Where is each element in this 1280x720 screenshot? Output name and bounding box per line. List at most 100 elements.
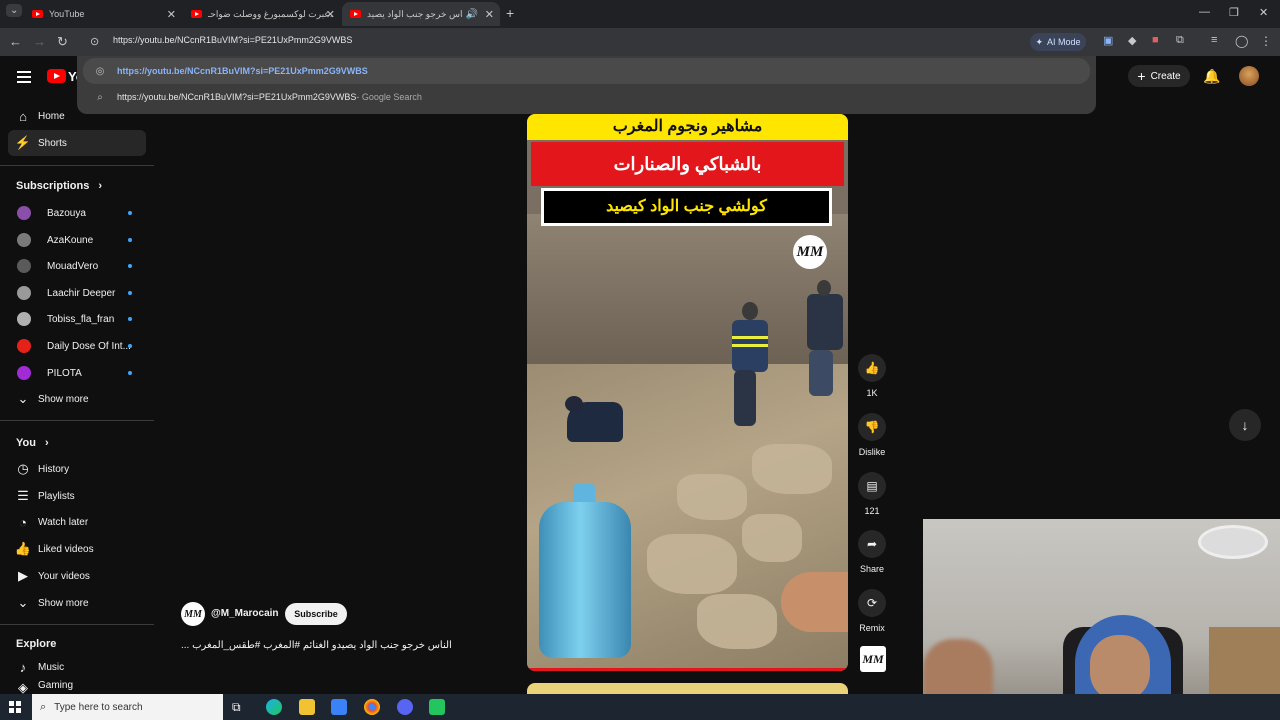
create-button[interactable]: + Create — [1128, 65, 1190, 87]
sidebar-item-label: Shorts — [38, 137, 67, 149]
app-icon[interactable] — [429, 699, 445, 715]
sidebar-item-subscription[interactable]: Bazouya — [8, 200, 146, 226]
forward-icon[interactable]: → — [33, 34, 46, 49]
close-window-icon[interactable]: ✕ — [1259, 6, 1268, 19]
sidebar-item-liked-videos[interactable]: 👍 Liked videos — [8, 536, 146, 562]
close-tab-icon[interactable]: ✕ — [485, 8, 494, 21]
channel-avatar[interactable]: MM — [181, 602, 205, 626]
discord-icon[interactable] — [397, 699, 413, 715]
translate-icon[interactable]: ▣ — [1103, 34, 1113, 47]
share-button[interactable]: ➦ Share — [856, 530, 888, 574]
sidebar-item-gaming[interactable]: ◈ Gaming — [8, 680, 146, 694]
tab-video-luxembourg[interactable]: عبرت لوكسمبورغ ووصلت ضواحـ... ✕ — [183, 2, 341, 26]
short-caption[interactable]: الناس خرجو جنب الواد يصيدو الغنائم #المغ… — [181, 640, 481, 651]
overlay-title-line1: مشاهير ونجوم المغرب — [527, 114, 848, 140]
new-content-dot — [128, 344, 132, 348]
back-icon[interactable]: ← — [9, 34, 22, 49]
tab-title: عبرت لوكسمبورغ ووصلت ضواحـ... — [207, 8, 333, 19]
sound-source-thumbnail[interactable]: MM — [860, 646, 886, 672]
comment-icon: ▤ — [858, 472, 886, 500]
explore-title: Explore — [16, 638, 57, 650]
divider — [0, 165, 154, 166]
sidebar-item-subscription[interactable]: AzaKoune — [8, 227, 146, 253]
address-bar-input[interactable]: https://youtu.be/NCcnR1BuVIM?si=PE21UxPm… — [113, 35, 352, 45]
sidebar-item-history[interactable]: ◷ History — [8, 456, 146, 482]
channel-avatar — [17, 206, 31, 220]
tab-title: YouTube — [49, 9, 85, 19]
subscribe-button[interactable]: Subscribe — [285, 603, 347, 625]
media-controls-icon[interactable]: ≡ — [1211, 34, 1217, 46]
explore-heading: Explore — [16, 638, 56, 650]
taskbar-search-placeholder: Type here to search — [54, 701, 143, 713]
like-button[interactable]: 👍 1K — [856, 354, 888, 398]
taskbar-search-box[interactable]: ⌕ Type here to search — [32, 694, 223, 720]
extension-diamond-icon[interactable]: ◆ — [1128, 34, 1136, 47]
suggestion-search[interactable]: ⌕ https://youtu.be/NCcnR1BuVIM?si=PE21Ux… — [83, 84, 1090, 110]
site-info-icon[interactable]: ⊙ — [90, 35, 99, 48]
tab-youtube[interactable]: YouTube ✕ — [24, 2, 182, 26]
video-progress-bar[interactable] — [527, 668, 848, 671]
sidebar-item-watch-later[interactable]: ◔ Watch later — [8, 509, 146, 535]
playlists-icon: ☰ — [17, 488, 29, 503]
ai-mode-button[interactable]: ✦ AI Mode — [1030, 33, 1086, 51]
sidebar-item-subscription[interactable]: PILOTA — [8, 360, 146, 386]
windows-start-icon[interactable] — [9, 701, 21, 713]
extension-red-icon[interactable]: ■ — [1152, 34, 1159, 46]
restore-icon[interactable]: ❐ — [1229, 6, 1239, 19]
sidebar-show-more-subscriptions[interactable]: ⌄ Show more — [8, 386, 146, 412]
notifications-bell-icon[interactable]: 🔔 — [1203, 68, 1220, 85]
sidebar-item-subscription[interactable]: Laachir Deeper — [8, 280, 146, 306]
person-head — [742, 302, 758, 320]
share-label: Share — [859, 564, 885, 574]
channel-avatar — [17, 259, 31, 273]
sidebar-show-more-you[interactable]: ⌄ Show more — [8, 590, 146, 616]
sidebar-item-subscription[interactable]: MouadVero — [8, 253, 146, 279]
sidebar-item-your-videos[interactable]: ▶ Your videos — [8, 563, 146, 589]
next-short-arrow-icon[interactable]: ↓ — [1229, 409, 1261, 441]
channel-handle[interactable]: @M_Marocain — [211, 608, 279, 619]
store-icon[interactable] — [331, 699, 347, 715]
youtube-favicon-icon — [32, 10, 43, 18]
remix-button[interactable]: ⟳ Remix — [856, 589, 888, 633]
sidebar-item-subscription[interactable]: Daily Dose Of Int... — [8, 333, 146, 359]
tab-video-active[interactable]: الناس خرجو جنب الواد يصيد... 🔊 ✕ — [342, 2, 500, 26]
rock — [647, 534, 737, 594]
edge-browser-icon[interactable] — [266, 699, 282, 715]
suggestion-url[interactable]: ◎ https://youtu.be/NCcnR1BuVIM?si=PE21Ux… — [83, 58, 1090, 84]
new-content-dot — [128, 371, 132, 375]
sidebar-item-music[interactable]: ♪ Music — [8, 654, 146, 680]
sidebar-item-playlists[interactable]: ☰ Playlists — [8, 483, 146, 509]
account-avatar[interactable] — [1239, 66, 1259, 86]
sidebar-item-shorts[interactable]: ⚡ Shorts — [8, 130, 146, 156]
reload-icon[interactable]: ↻ — [57, 34, 68, 50]
guide-menu-icon[interactable] — [17, 71, 31, 83]
sidebar-item-subscription[interactable]: Tobiss_fla_fran — [8, 306, 146, 332]
dislike-button[interactable]: 👎 Dislike — [856, 413, 888, 457]
short-video-player[interactable]: مشاهير ونجوم المغرب بالشباكي والصنارات ك… — [527, 114, 848, 671]
file-explorer-icon[interactable] — [299, 699, 315, 715]
subscriptions-heading[interactable]: Subscriptions › — [16, 180, 102, 192]
you-heading[interactable]: You › — [16, 437, 49, 449]
channel-name: MouadVero — [47, 260, 99, 272]
youtube-logo-icon[interactable] — [47, 69, 66, 83]
chrome-icon[interactable] — [364, 699, 380, 715]
remix-icon: ⟳ — [858, 589, 886, 617]
audio-playing-icon[interactable]: 🔊 — [466, 9, 478, 20]
remix-label: Remix — [859, 623, 885, 633]
new-tab-icon[interactable]: + — [506, 5, 514, 21]
browser-tab-strip: ⌄ YouTube ✕ عبرت لوكسمبورغ ووصلت ضواحـ..… — [0, 0, 1280, 28]
extensions-puzzle-icon[interactable]: ⧉ — [1176, 34, 1184, 47]
profile-icon[interactable]: ◯ — [1235, 34, 1248, 48]
close-tab-icon[interactable]: ✕ — [167, 8, 176, 21]
minimize-icon[interactable]: — — [1199, 6, 1210, 18]
task-view-icon[interactable]: ⧉ — [232, 700, 248, 716]
chevron-right-icon: › — [98, 180, 103, 192]
close-tab-icon[interactable]: ✕ — [326, 8, 335, 21]
tab-search-chevron-icon[interactable]: ⌄ — [6, 4, 23, 17]
menu-kebab-icon[interactable]: ⋮ — [1260, 34, 1272, 48]
show-more-label: Show more — [38, 597, 89, 609]
channel-avatar — [17, 312, 31, 326]
rock — [677, 474, 747, 520]
person-face — [1090, 635, 1150, 701]
comments-button[interactable]: ▤ 121 — [856, 472, 888, 516]
